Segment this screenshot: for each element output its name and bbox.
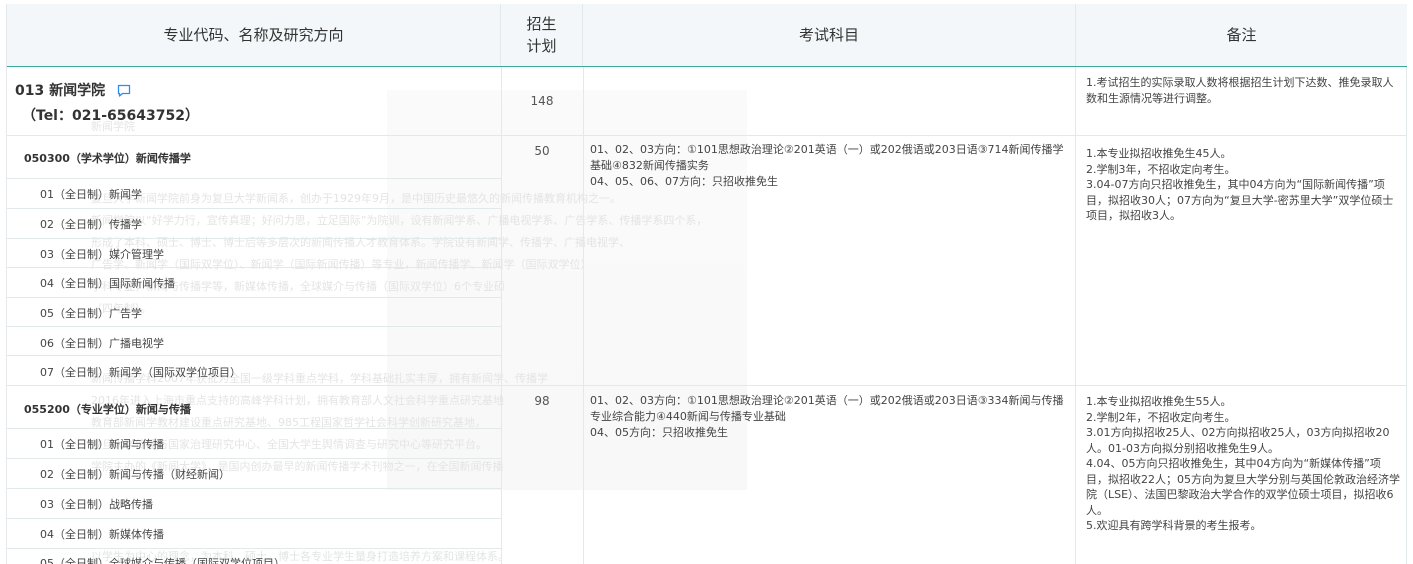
header-exam: 考试科目 — [583, 4, 1076, 66]
direction-item: 06（全日制）广播电视学 — [40, 337, 164, 350]
note-line: 2.学制3年，不招收定向考生。 — [1086, 162, 1236, 176]
note-line: 4.04、05方向只招收推免生，其中04方向为“新媒体传播”项目，拟招收22人；… — [1086, 457, 1400, 517]
row-divider — [7, 355, 501, 356]
row-divider — [7, 297, 501, 298]
column-divider — [583, 67, 584, 564]
watermark-line: 广告学、新闻学（国际双学位）、新闻学（国际新闻传播）等专业，新闻传播学、新闻学（… — [91, 258, 592, 271]
row-divider — [7, 548, 501, 549]
column-divider — [1075, 67, 1076, 564]
direction-item: 01（全日制）新闻与传播 — [40, 438, 164, 451]
major-title: 055200（专业学位）新闻与传播 — [24, 403, 191, 416]
direction-item: 05（全日制）全球媒介与传播（国际双学位项目） — [40, 557, 285, 564]
direction-item: 03（全日制）媒介管理学 — [40, 248, 164, 261]
row-divider — [7, 488, 501, 489]
major-note: 1.本专业拟招收推免生45人。 2.学制3年，不招收定向考生。 3.04-07方… — [1086, 146, 1400, 224]
direction-item: 02（全日制）新闻与传播（财经新闻） — [40, 468, 230, 481]
note-line: 1.本专业拟招收推免生45人。 — [1086, 147, 1232, 160]
direction-item: 03（全日制）战略传播 — [40, 498, 153, 511]
major-exam: 01、02、03方向：①101思想政治理论②201英语（一）或202俄语或203… — [590, 142, 1068, 190]
row-divider — [7, 178, 501, 179]
header-divider — [7, 66, 1407, 67]
direction-item: 01（全日制）新闻学 — [40, 188, 142, 201]
exam-line: 04、05、06、07方向：只招收推免生 — [590, 175, 778, 188]
direction-item: 05（全日制）广告学 — [40, 307, 142, 320]
major-quota: 50 — [534, 144, 550, 158]
exam-line: 01、02、03方向：①101思想政治理论②201英语（一）或202俄语或203… — [590, 394, 1064, 423]
row-divider — [7, 326, 501, 327]
row-divider — [7, 135, 1407, 136]
note-line: 1.本专业拟招收推免生55人。 — [1086, 395, 1232, 408]
comment-icon[interactable] — [117, 84, 131, 97]
header-quota: 招生 计划 — [501, 4, 583, 66]
watermark-line: 新闻学院以“好学力行，宣传真理；好问力思，立足国际”为院训，设有新闻学系、广播电… — [91, 214, 708, 227]
exam-line: 04、05方向：只招收推免生 — [590, 426, 728, 439]
college-title: 013 新闻学院 — [15, 80, 131, 100]
direction-item: 04（全日制）新媒体传播 — [40, 528, 164, 541]
note-line: 5.欢迎具有跨学科背景的考生报考。 — [1086, 519, 1262, 532]
college-quota: 148 — [530, 94, 554, 108]
direction-item: 07（全日制）新闻学（国际双学位项目） — [40, 366, 241, 379]
row-divider — [7, 208, 501, 209]
direction-item: 04（全日制）国际新闻传播 — [40, 277, 175, 290]
note-line: 3.01方向拟招收25人、02方向拟招收25人，03方向拟招收20人。01-03… — [1086, 426, 1390, 455]
row-divider — [7, 267, 501, 268]
exam-line: 01、02、03方向：①101思想政治理论②201英语（一）或202俄语或203… — [590, 143, 1064, 172]
major-title: 050300（学术学位）新闻传播学 — [24, 152, 191, 165]
column-divider — [1406, 67, 1407, 564]
major-quota: 98 — [534, 394, 550, 408]
header-note: 备注 — [1076, 4, 1407, 66]
row-divider — [7, 385, 1407, 386]
college-name: 013 新闻学院 — [15, 83, 106, 99]
watermark-line: 复旦大学新闻学院前身为复旦大学新闻系，创办于1929年9月，是中国历史最悠久的新… — [91, 192, 621, 205]
direction-item: 02（全日制）传播学 — [40, 218, 142, 231]
watermark-line: 形成了本科、硕士、博士、博士后等多层次的新闻传播人才教育体系。学院设有新闻学、传… — [91, 236, 630, 249]
major-note: 1.本专业拟招收推免生55人。 2.学制2年，不招收定向考生。 3.01方向拟招… — [1086, 394, 1400, 534]
row-divider — [7, 518, 501, 519]
note-line: 2.学制2年，不招收定向考生。 — [1086, 410, 1236, 424]
note-line: 3.04-07方向只招收推免生，其中04方向为“国际新闻传播”项目，拟招收30人… — [1086, 178, 1394, 222]
admission-table: 新闻学院 复旦大学新闻学院前身为复旦大学新闻系，创办于1929年9月，是中国历史… — [6, 4, 1407, 564]
row-divider — [7, 238, 501, 239]
row-divider — [7, 428, 501, 429]
major-exam: 01、02、03方向：①101思想政治理论②201英语（一）或202俄语或203… — [590, 393, 1068, 441]
row-divider — [7, 458, 501, 459]
header-major: 专业代码、名称及研究方向 — [7, 4, 501, 66]
column-divider — [501, 67, 502, 564]
college-tel: （Tel：021-65643752） — [22, 108, 199, 124]
college-note: 1.考试招生的实际录取人数将根据招生计划下达数、推免录取人数和生源情况等进行调整… — [1086, 76, 1394, 105]
